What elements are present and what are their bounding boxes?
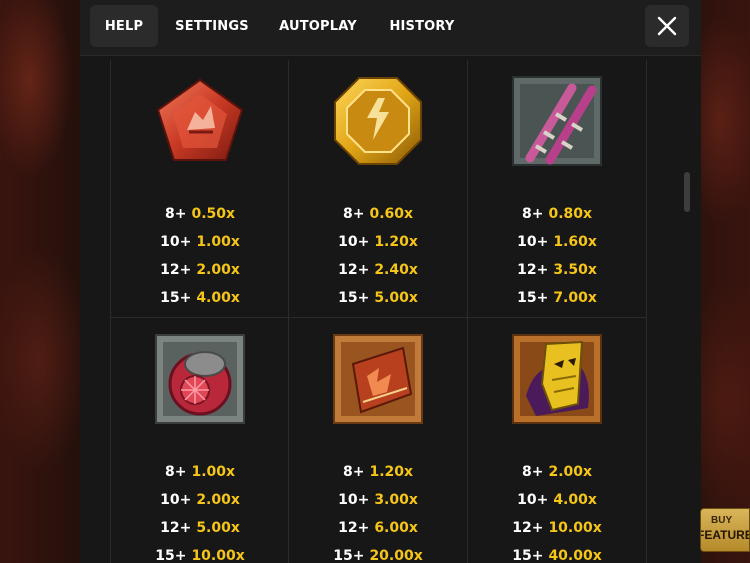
payline-row: 8+ 2.00x [521, 464, 593, 480]
payline-row: 15+ 10.00x [155, 548, 245, 563]
close-icon [657, 16, 677, 36]
tab-bar: HELP SETTINGS AUTOPLAY HISTORY [80, 0, 701, 56]
tab-history[interactable]: HISTORY [382, 5, 462, 47]
tab-settings[interactable]: SETTINGS [170, 5, 254, 47]
payline-row: 12+ 2.40x [338, 262, 418, 278]
tab-autoplay[interactable]: AUTOPLAY [276, 5, 360, 47]
payline-row: 12+ 5.00x [160, 520, 240, 536]
payline-row: 12+ 2.00x [160, 262, 240, 278]
payline-row: 10+ 4.00x [517, 492, 597, 508]
crossed-staffs-icon [512, 76, 602, 166]
golden-mask-icon [512, 334, 602, 424]
payline-row: 8+ 1.00x [164, 464, 236, 480]
payline-row: 15+ 4.00x [160, 290, 240, 306]
payline-row: 8+ 0.60x [342, 206, 414, 222]
payline-row: 8+ 0.50x [164, 206, 236, 222]
symbol-card: 8+ 1.00x 10+ 2.00x 12+ 5.00x 15+ 10.00x [110, 318, 289, 563]
payline-row: 15+ 5.00x [338, 290, 418, 306]
symbol-card: 8+ 0.50x 10+ 1.00x 12+ 2.00x 15+ 4.00x [110, 60, 289, 318]
gold-octagon-emblem-icon [334, 77, 422, 165]
payline-row: 10+ 1.60x [517, 234, 597, 250]
red-ring-icon [155, 334, 245, 424]
payline-row: 12+ 6.00x [338, 520, 418, 536]
payline-row: 15+ 7.00x [517, 290, 597, 306]
symbol-card: 8+ 2.00x 10+ 4.00x 12+ 10.00x 15+ 40.00x [468, 318, 647, 563]
scrollbar-thumb[interactable] [684, 172, 690, 212]
paytable-scroll-area[interactable]: 8+ 0.50x 10+ 1.00x 12+ 2.00x 15+ 4.00x 8… [80, 56, 701, 563]
symbol-card: 8+ 1.20x 10+ 3.00x 12+ 6.00x 15+ 20.00x [289, 318, 468, 563]
payline-row: 15+ 20.00x [333, 548, 423, 563]
tab-help[interactable]: HELP [90, 5, 158, 47]
symbol-card: 8+ 0.60x 10+ 1.20x 12+ 2.40x 15+ 5.00x [289, 60, 468, 318]
payline-row: 10+ 1.20x [338, 234, 418, 250]
buy-feature-button[interactable]: BUY FEATURE [700, 508, 750, 552]
payline-row: 8+ 0.80x [521, 206, 593, 222]
buy-feature-label-top: BUY [711, 515, 733, 526]
symbol-card: 8+ 0.80x 10+ 1.60x 12+ 3.50x 15+ 7.00x [468, 60, 647, 318]
payline-row: 12+ 10.00x [512, 520, 602, 536]
red-pentagon-gem-icon [156, 78, 244, 161]
payline-row: 8+ 1.20x [342, 464, 414, 480]
close-button[interactable] [645, 5, 689, 47]
paytable-grid: 8+ 0.50x 10+ 1.00x 12+ 2.00x 15+ 4.00x 8… [110, 60, 647, 563]
help-modal: HELP SETTINGS AUTOPLAY HISTORY 8+ 0.50x … [80, 0, 701, 563]
buy-feature-label-bottom: FEATURE [701, 528, 750, 542]
spellbook-icon [333, 334, 423, 424]
payline-row: 10+ 3.00x [338, 492, 418, 508]
payline-row: 10+ 2.00x [160, 492, 240, 508]
payline-row: 12+ 3.50x [517, 262, 597, 278]
payline-row: 10+ 1.00x [160, 234, 240, 250]
payline-row: 15+ 40.00x [512, 548, 602, 563]
